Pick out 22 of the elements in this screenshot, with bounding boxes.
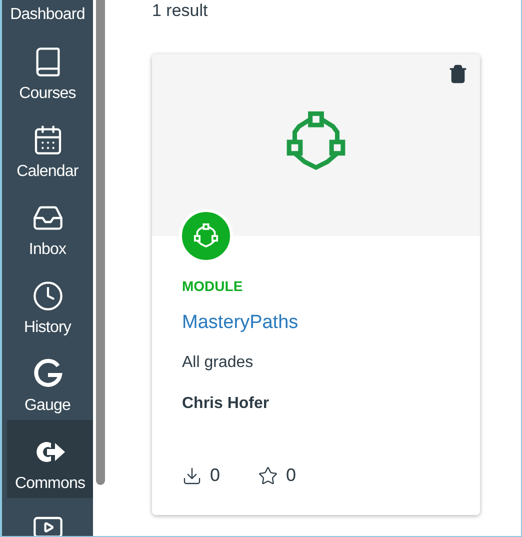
g-logo-icon	[32, 358, 64, 390]
delete-button[interactable]	[448, 64, 468, 84]
download-count: 0	[210, 464, 220, 487]
trash-icon	[448, 64, 468, 84]
nav-item[interactable]: Gauge	[2, 342, 93, 420]
star-icon	[258, 466, 278, 486]
clock-icon	[32, 280, 64, 312]
nav-item[interactable]: Commons	[7, 420, 93, 498]
author: Chris Hofer	[182, 394, 270, 414]
nav-item[interactable]: Courses	[2, 30, 93, 108]
download-icon	[182, 466, 202, 486]
grades: All grades	[182, 353, 254, 373]
favorite-count: 0	[286, 464, 296, 487]
title-link[interactable]: MasteryPaths	[182, 311, 480, 335]
module-icon	[192, 222, 220, 250]
scrollbar-thumb[interactable]	[96, 0, 105, 485]
nav-item[interactable]: Inbox	[2, 186, 93, 264]
nav-item[interactable]: Calendar	[2, 108, 93, 186]
result-count: 1 result	[152, 1, 209, 21]
content-type: MODULE	[182, 277, 244, 296]
nav-item[interactable]: History	[2, 264, 93, 342]
nav-item[interactable]: Dashboard	[2, 0, 93, 30]
